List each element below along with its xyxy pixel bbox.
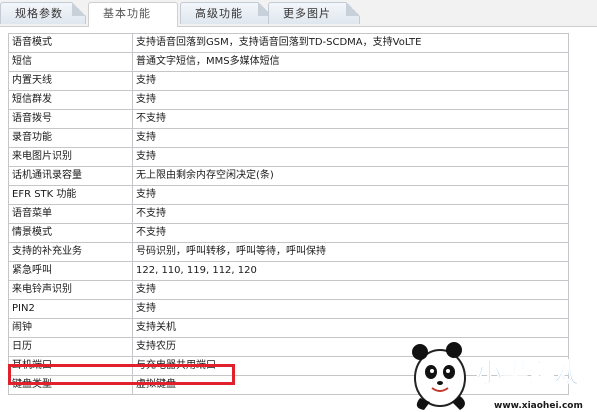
row-value: 不支持 <box>132 109 569 129</box>
row-label: 短信 <box>8 52 133 72</box>
row-value: 不支持 <box>132 223 569 243</box>
row-value: 普通文字短信，MMS多媒体短信 <box>132 52 569 72</box>
watermark-logo-text: 小黑游戏 <box>476 359 580 389</box>
row-label: 来电铃声识别 <box>8 280 133 300</box>
table-row: 来电铃声识别 支持 <box>8 280 569 300</box>
row-value: 支持 <box>132 128 569 148</box>
table-row: 内置天线 支持 <box>8 71 569 91</box>
row-label: 来电图片识别 <box>8 147 133 167</box>
row-value: 号码识别，呼叫转移，呼叫等待，呼叫保持 <box>132 242 569 262</box>
table-row: 支持的补充业务 号码识别，呼叫转移，呼叫等待，呼叫保持 <box>8 242 569 262</box>
tab-corner-decoration <box>72 2 86 16</box>
row-value: 支持 <box>132 147 569 167</box>
row-label: EFR STK 功能 <box>8 185 133 205</box>
row-label: 语音模式 <box>8 33 133 53</box>
tab-label: 基本功能 <box>103 7 151 20</box>
table-row: 语音模式 支持语音回落到GSM，支持语音回落到TD-SCDMA，支持VoLTE <box>8 33 569 53</box>
row-value: 122, 110, 119, 112, 120 <box>132 261 569 281</box>
tab-label: 规格参数 <box>15 7 63 20</box>
row-value: 支持 <box>132 280 569 300</box>
watermark-url: www.xiaohei.com <box>494 401 583 411</box>
row-label: 闹钟 <box>8 318 133 338</box>
table-row: 话机通讯录容量 无上限由剩余内存空闲决定(条) <box>8 166 569 186</box>
table-row: 录音功能 支持 <box>8 128 569 148</box>
row-value: 支持 <box>132 90 569 110</box>
tab-corner-decoration <box>346 2 360 16</box>
row-value: 无上限由剩余内存空闲决定(条) <box>132 166 569 186</box>
table-row: 短信群发 支持 <box>8 90 569 110</box>
row-value: 支持 <box>132 299 569 319</box>
row-value: 支持语音回落到GSM，支持语音回落到TD-SCDMA，支持VoLTE <box>132 33 569 53</box>
tab-more-images[interactable]: 更多图片 <box>268 2 360 24</box>
row-label: 日历 <box>8 337 133 357</box>
tab-advanced-functions[interactable]: 高级功能 <box>180 2 272 24</box>
tab-bar: 规格参数 基本功能 高级功能 更多图片 <box>0 0 597 27</box>
row-label: 语音菜单 <box>8 204 133 224</box>
table-row: 紧急呼叫 122, 110, 119, 112, 120 <box>8 261 569 281</box>
row-value: 不支持 <box>132 204 569 224</box>
row-label: 情景模式 <box>8 223 133 243</box>
table-row: 语音拨号 不支持 <box>8 109 569 129</box>
row-label: 紧急呼叫 <box>8 261 133 281</box>
row-label: 语音拨号 <box>8 109 133 129</box>
tab-label: 更多图片 <box>283 7 331 20</box>
table-row: 来电图片识别 支持 <box>8 147 569 167</box>
row-label: 短信群发 <box>8 90 133 110</box>
table-row: 情景模式 不支持 <box>8 223 569 243</box>
row-label: 耳机端口 <box>8 356 133 376</box>
watermark-logo: 小黑游戏 www.xiaohei.com <box>412 342 583 411</box>
tab-specs[interactable]: 规格参数 <box>0 2 86 24</box>
table-row: 短信 普通文字短信，MMS多媒体短信 <box>8 52 569 72</box>
row-label: 录音功能 <box>8 128 133 148</box>
table-row: EFR STK 功能 支持 <box>8 185 569 205</box>
table-row: 语音菜单 不支持 <box>8 204 569 224</box>
tab-label: 高级功能 <box>195 7 243 20</box>
table-row: PIN2 支持 <box>8 299 569 319</box>
row-value: 支持 <box>132 71 569 91</box>
row-label: 内置天线 <box>8 71 133 91</box>
row-label: 键盘类型 <box>8 375 133 395</box>
row-label: 话机通讯录容量 <box>8 166 133 186</box>
panda-mascot-icon <box>412 342 466 410</box>
row-value: 支持 <box>132 185 569 205</box>
tab-basic-functions[interactable]: 基本功能 <box>88 2 178 27</box>
row-label: PIN2 <box>8 299 133 319</box>
row-label: 支持的补充业务 <box>8 242 133 262</box>
